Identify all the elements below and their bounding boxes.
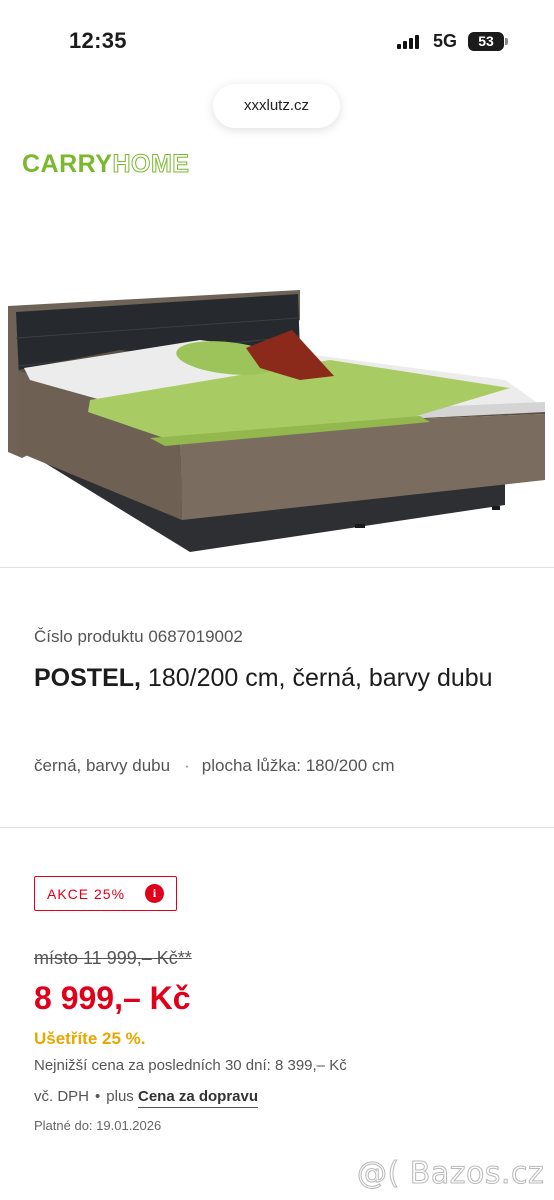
watermark-text: @( Bazos.cz xyxy=(356,1156,545,1192)
valid-until: Platné do: 19.01.2026 xyxy=(34,1118,162,1133)
promo-label: AKCE 25% xyxy=(47,886,126,902)
status-time: 12:35 xyxy=(69,28,127,53)
plus-label: plus xyxy=(106,1088,134,1105)
savings-text: Ušetříte 25 %. xyxy=(34,1029,146,1048)
battery-icon: 53 xyxy=(468,32,504,51)
product-title: POSTEL, 180/200 cm, černá, barvy dubu xyxy=(34,661,504,695)
variant-size[interactable]: plocha lůžka: 180/200 cm xyxy=(202,756,395,775)
logo-part-carry: CARRY xyxy=(22,150,113,178)
divider-top xyxy=(0,567,554,568)
vat-line: vč. DPH • plus Cena za dopravu xyxy=(34,1088,259,1108)
battery-tip xyxy=(505,38,508,45)
info-icon[interactable]: i xyxy=(145,884,164,903)
variant-attributes: černá, barvy dubu · plocha lůžka: 180/200 … xyxy=(34,756,395,776)
product-number: Číslo produktu 0687019002 xyxy=(34,627,243,646)
variant-color[interactable]: černá, barvy dubu xyxy=(34,756,170,775)
old-price: místo 11 999,– Kč** xyxy=(34,948,192,968)
shipping-cost-link[interactable]: Cena za dopravu xyxy=(137,1088,259,1108)
vat-separator: • xyxy=(95,1088,101,1105)
status-bar: 12:35 5G 53 xyxy=(0,0,554,70)
vat-label: vč. DPH xyxy=(34,1088,90,1105)
product-image[interactable] xyxy=(0,190,554,562)
lowest-price-note: Nejnižší cena za posledních 30 dní: 8 39… xyxy=(34,1057,347,1074)
product-title-rest: 180/200 cm, černá, barvy dubu xyxy=(140,664,493,692)
divider-middle xyxy=(0,827,554,828)
logo-part-home: HOME xyxy=(112,150,190,179)
variant-separator: · xyxy=(184,756,190,775)
promo-badge: AKCE 25% i xyxy=(34,876,177,911)
brand-logo[interactable]: CARRYHOME xyxy=(22,150,189,179)
cellular-signal-icon xyxy=(397,35,423,49)
product-title-bold: POSTEL, xyxy=(34,664,141,692)
address-bar[interactable]: xxxlutz.cz xyxy=(213,84,340,128)
current-price: 8 999,– Kč xyxy=(34,980,191,1016)
network-type: 5G xyxy=(433,31,458,51)
